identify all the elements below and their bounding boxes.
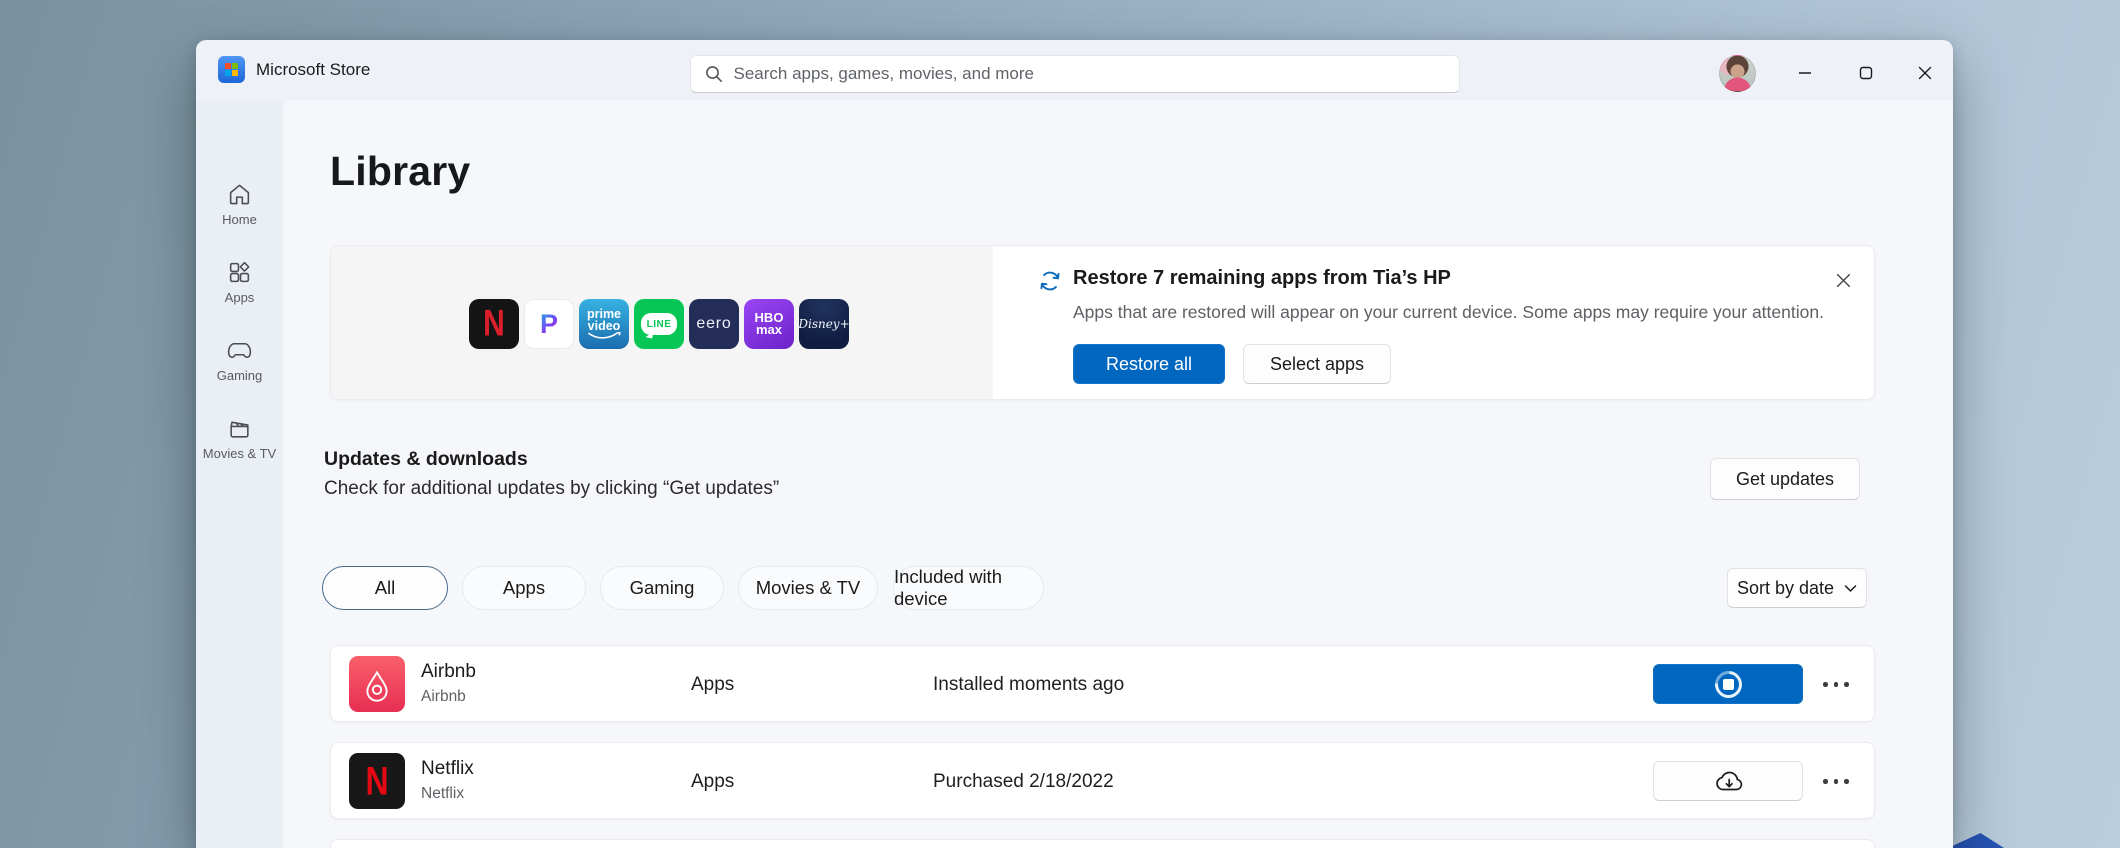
banner-close-button[interactable]: [1827, 264, 1859, 296]
maximize-button[interactable]: [1843, 57, 1889, 89]
pandora-app-icon: P: [524, 299, 574, 349]
sort-dropdown-label: Sort by date: [1736, 577, 1835, 598]
app-title: Microsoft Store: [256, 60, 371, 79]
row-category: Apps: [691, 771, 735, 792]
page-title: Library: [330, 148, 471, 194]
airbnb-logo: [366, 670, 388, 702]
row-app-name: Airbnb: [421, 661, 476, 682]
pandora-glyph: P: [539, 308, 558, 339]
more-options-button[interactable]: [1823, 743, 1849, 820]
home-icon: [229, 184, 250, 205]
search-input[interactable]: [733, 64, 1445, 84]
search-icon: [705, 66, 722, 83]
sync-restore-icon: [1040, 271, 1060, 291]
line-app-icon: LINE: [634, 299, 684, 349]
apps-grid-icon: [229, 261, 250, 283]
disney-plus-app-icon: Disney+: [799, 299, 849, 349]
netflix-n-glyph: N: [365, 757, 389, 803]
eero-app-icon: eero: [689, 299, 739, 349]
library-row-netflix[interactable]: N Netflix Netflix Apps Purchased 2/18/20…: [330, 742, 1875, 819]
row-status: Installed moments ago: [933, 674, 1125, 695]
user-avatar[interactable]: [1719, 55, 1756, 92]
more-options-button[interactable]: [1823, 646, 1849, 723]
sidebar-item-home[interactable]: Home: [196, 174, 283, 246]
restore-app-icons: N P prime video LINE eero HBO max Disney…: [469, 299, 849, 349]
restore-all-button[interactable]: Restore all: [1073, 344, 1225, 384]
content-panel: [283, 100, 1953, 848]
wallpaper-shape: [1948, 833, 2004, 848]
clapperboard-icon: [230, 421, 249, 438]
close-icon: [1836, 273, 1850, 287]
restore-banner-title: Restore 7 remaining apps from Tia’s HP: [1073, 267, 1451, 289]
sidebar: Home Apps Gaming Movies & TV: [196, 100, 283, 848]
prime-video-app-icon: prime video: [579, 299, 629, 349]
sidebar-item-apps[interactable]: Apps: [196, 252, 283, 324]
netflix-app-icon: N: [469, 299, 519, 349]
restore-banner-description: Apps that are restored will appear on yo…: [1073, 302, 1824, 322]
select-apps-button[interactable]: Select apps: [1243, 344, 1391, 384]
sort-dropdown[interactable]: Sort by date: [1727, 568, 1867, 608]
search-box[interactable]: [689, 55, 1460, 93]
updates-section-title: Updates & downloads: [324, 448, 528, 470]
sidebar-item-gaming[interactable]: Gaming: [196, 330, 283, 402]
desktop: Microsoft Store Home: [0, 0, 2120, 848]
row-status: Purchased 2/18/2022: [933, 771, 1114, 792]
library-row-airbnb[interactable]: Airbnb Airbnb Apps Installed moments ago: [330, 645, 1875, 722]
prime-video-glyph: prime video: [586, 307, 622, 333]
progress-ring-icon: [1708, 664, 1748, 704]
updates-section-subtitle: Check for additional updates by clicking…: [324, 478, 780, 499]
eero-glyph: eero: [696, 315, 732, 332]
filter-pill-included-with-device[interactable]: Included with device: [893, 566, 1044, 610]
row-app-publisher: Netflix: [421, 785, 465, 802]
sidebar-item-movies-tv[interactable]: Movies & TV: [196, 408, 283, 480]
microsoft-store-window: Microsoft Store Home: [196, 40, 1953, 848]
row-app-publisher: Airbnb: [421, 688, 466, 705]
titlebar: Microsoft Store: [196, 40, 1953, 100]
stop-install-button[interactable]: [1653, 664, 1803, 704]
get-updates-button[interactable]: Get updates: [1710, 458, 1860, 500]
disney-plus-glyph: Disney+: [799, 317, 849, 331]
sidebar-item-label: Apps: [224, 290, 255, 305]
filter-pill-movies-tv[interactable]: Movies & TV: [738, 566, 878, 610]
row-category: Apps: [691, 674, 735, 695]
sidebar-item-label: Movies & TV: [202, 446, 277, 461]
close-button[interactable]: [1902, 57, 1948, 89]
netflix-row-icon: N: [349, 753, 405, 809]
sidebar-item-label: Home: [222, 212, 257, 227]
cloud-download-icon: [1716, 771, 1743, 790]
row-app-name: Netflix: [421, 758, 474, 779]
gaming-controller-icon: [227, 342, 252, 359]
filter-pill-all[interactable]: All: [322, 566, 448, 610]
minimize-button[interactable]: [1782, 57, 1828, 89]
netflix-glyph: N: [483, 302, 505, 344]
restore-banner: N P prime video LINE eero HBO max Disney…: [330, 245, 1875, 400]
line-glyph: LINE: [646, 318, 672, 330]
hbo-max-app-icon: HBO max: [744, 299, 794, 349]
download-button[interactable]: [1653, 761, 1803, 801]
chevron-down-icon: [1844, 584, 1857, 592]
sidebar-item-label: Gaming: [216, 368, 263, 383]
prime-smile-icon: [588, 332, 621, 339]
microsoft-store-icon: [218, 56, 245, 83]
filter-pill-apps[interactable]: Apps: [462, 566, 586, 610]
airbnb-app-icon: [349, 656, 405, 712]
filter-pill-gaming[interactable]: Gaming: [600, 566, 724, 610]
hbo-max-glyph: HBO max: [754, 309, 784, 337]
library-row-partial[interactable]: [330, 839, 1875, 848]
